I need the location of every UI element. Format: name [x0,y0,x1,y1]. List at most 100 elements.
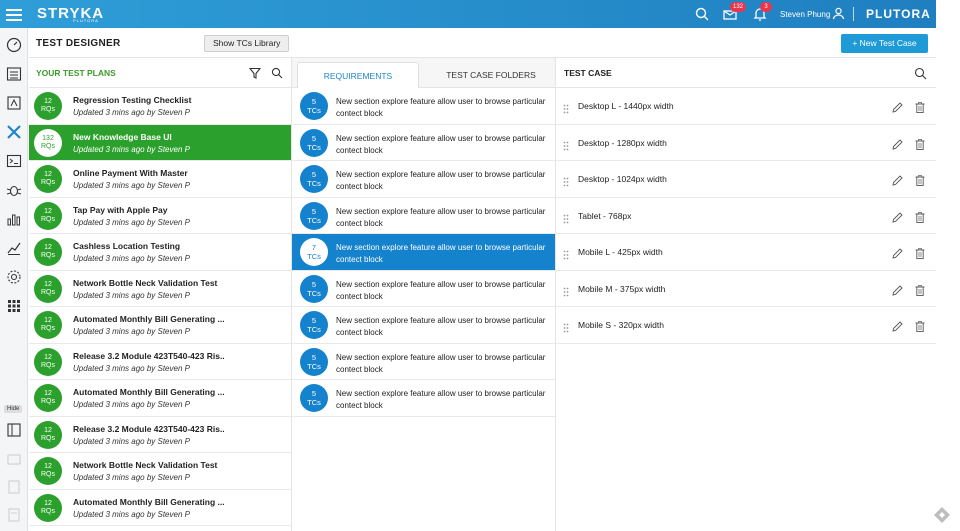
test-plans-list: 12 RQs Regression Testing Checklist Updated… [29,88,291,526]
drag-handle-icon[interactable] [563,211,569,223]
rq-count-badge: 12 RQs [34,420,62,449]
requirement-row[interactable]: 5 TCs New section explore feature allow us… [292,125,555,161]
drag-handle-icon[interactable] [563,247,569,260]
requirement-row[interactable]: 5 TCs New section explore feature allow us… [292,271,555,307]
bell-icon[interactable]: 3 [752,2,772,22]
test-plan-row[interactable]: 12 RQs Network Bottle Neck Validation Test… [29,271,291,307]
test-plan-row[interactable]: 12 RQs Automated Monthly Bill Generating .… [29,380,291,417]
drag-handle-icon[interactable] [563,101,569,114]
test-case-row[interactable]: Mobile L - 425px width [556,234,936,271]
user-icon[interactable] [832,7,845,20]
test-plan-row[interactable]: 12 RQs Regression Testing Checklist Updated… [29,88,291,125]
notification-count-badge: 3 [760,2,772,12]
drag-handle-icon[interactable] [563,138,569,150]
tc-count-badge: 5 TCs [300,347,328,376]
requirement-row[interactable]: 5 TCs New section explore feature allow us… [292,88,555,125]
requirement-row[interactable]: 5 TCs New section explore feature allow us… [292,344,555,380]
requirement-row[interactable]: 5 TCs New section explore feature allow us… [292,198,555,234]
edit-icon[interactable] [892,319,903,332]
test-plan-row[interactable]: 132 RQs New Knowledge Base UI Updated 3 min… [29,124,291,161]
edit-icon[interactable] [892,246,903,259]
edit-icon[interactable] [892,137,903,150]
delete-icon[interactable] [915,137,925,150]
test-case-row[interactable]: Tablet - 768px [556,198,936,234]
test-case-row[interactable]: Desktop L - 1440px width [556,88,936,125]
show-tcs-library-button[interactable]: Show TCs Library [204,35,290,52]
hide-sidebar-button[interactable]: Hide [4,405,23,413]
test-case-name: Tablet - 768px [578,210,632,221]
test-plan-updated: Updated 3 mins ago by Steven P [73,327,190,336]
test-plan-row[interactable]: 12 RQs Cashless Location Testing Updated 3 … [29,234,291,271]
requirement-row[interactable]: 5 TCs New section explore feature allow us… [292,161,555,198]
release-icon[interactable] [5,94,23,112]
test-case-row[interactable]: Mobile M - 375px width [556,271,936,307]
rq-unit: RQs [41,215,55,223]
username[interactable]: Steven Phung [780,10,830,19]
requirement-row[interactable]: 7 TCs New section explore feature allow us… [292,234,555,271]
drag-handle-icon[interactable] [563,320,569,333]
tab-requirements[interactable]: REQUIREMENTS [297,62,419,88]
test-plan-name: Release 3.2 Module 423T540-423 Ris.. [73,350,225,361]
test-plan-row[interactable]: 12 RQs Automated Monthly Bill Generating .… [29,490,291,526]
bar-chart-icon[interactable] [5,210,23,228]
terminal-icon[interactable] [5,152,23,170]
edit-icon[interactable] [892,210,903,223]
delete-icon[interactable] [915,100,925,113]
requirement-row[interactable]: 5 TCs New section explore feature allow us… [292,380,555,417]
dashboard-icon[interactable] [5,36,23,54]
new-test-case-button[interactable]: + New Test Case [841,34,928,53]
edit-icon[interactable] [892,100,903,113]
test-plan-row[interactable]: 12 RQs Release 3.2 Module 423T540-423 Ris.… [29,417,291,453]
tc-unit: TCs [307,106,321,115]
filter-icon[interactable] [248,66,262,79]
delete-icon[interactable] [915,319,925,332]
corner-logo-icon [932,505,952,525]
menu-icon[interactable] [6,6,22,22]
search-icon[interactable] [271,66,283,79]
edit-icon[interactable] [892,283,903,296]
tab-test-case-folders[interactable]: TEST CASE FOLDERS [432,62,550,88]
tc-count: 5 [311,97,317,106]
test-case-row[interactable]: Desktop - 1024px width [556,161,936,198]
requirement-row[interactable]: 5 TCs New section explore feature allow us… [292,307,555,344]
delete-icon[interactable] [915,283,925,296]
tc-unit: TCs [307,288,321,298]
test-plan-name: Network Bottle Neck Validation Test [73,277,218,288]
requirement-text: New section explore feature allow user t… [336,97,546,118]
panel-toggle-icon[interactable] [5,421,23,439]
tc-count: 5 [311,279,317,289]
test-case-row[interactable]: Desktop - 1280px width [556,125,936,161]
test-plan-row[interactable]: 12 RQs Online Payment With Master Updated 3… [29,161,291,198]
search-icon[interactable] [914,67,927,80]
test-plan-row[interactable]: 12 RQs Automated Monthly Bill Generating .… [29,307,291,344]
test-plan-row[interactable]: 12 RQs Tap Pay with Apple Pay Updated 3 min… [29,198,291,234]
settings-icon[interactable] [5,268,23,286]
trend-chart-icon[interactable] [5,239,23,257]
apps-grid-icon[interactable] [5,297,23,315]
tc-count: 5 [311,316,317,325]
rq-count: 12 [44,244,52,251]
tools-icon[interactable] [5,123,23,141]
test-plan-name: Automated Monthly Bill Generating ... [73,387,225,397]
delete-icon[interactable] [915,246,925,259]
mail-icon[interactable]: 132 [722,2,747,22]
delete-icon[interactable] [915,173,925,186]
tc-count-badge: 5 TCs [300,311,328,339]
test-plan-name: Automated Monthly Bill Generating ... [73,496,225,507]
rq-count: 12 [44,463,52,470]
tc-count-badge: 5 TCs [300,384,328,412]
test-plan-row[interactable]: 12 RQs Network Bottle Neck Validation Test… [29,453,291,490]
test-case-row[interactable]: Mobile S - 320px width [556,307,936,344]
drag-handle-icon[interactable] [563,284,569,296]
drag-handle-icon[interactable] [563,174,569,187]
delete-icon[interactable] [915,210,925,223]
edit-icon[interactable] [892,173,903,186]
list-icon[interactable] [5,65,23,83]
bug-icon[interactable] [5,181,23,199]
search-icon[interactable] [694,6,710,22]
test-plan-row[interactable]: 12 RQs Release 3.2 Module 423T540-423 Ris.… [29,344,291,380]
tc-count-badge: 7 TCs [300,238,328,266]
test-plan-name: Release 3.2 Module 423T540-423 Ris.. [73,423,225,434]
tc-unit: TCs [307,179,321,188]
tc-count-badge: 5 TCs [300,165,328,193]
